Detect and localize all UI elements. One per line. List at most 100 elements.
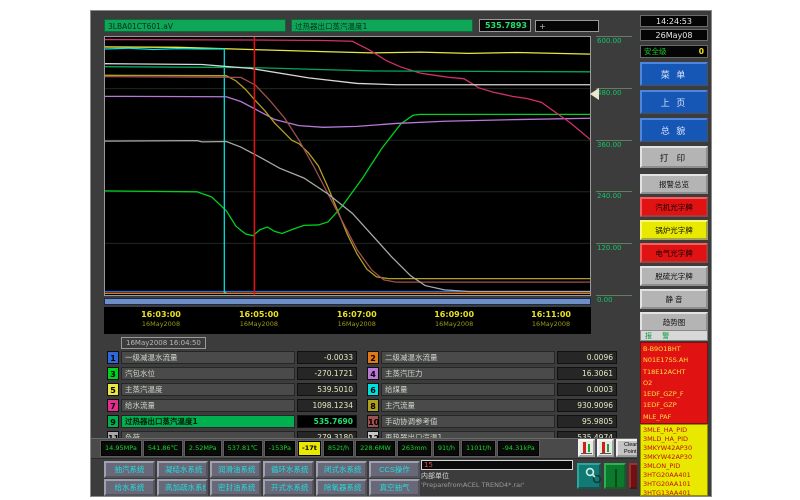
status-value-cell: 91t/h [434,441,459,456]
tick-time: 16:07:00 [321,309,393,320]
trend-chart[interactable] [104,36,591,296]
alarm-tag-item[interactable]: 1EDF_GZP [643,400,705,411]
overview-button[interactable]: 总 貌 [640,118,708,142]
nav-button-r1-2[interactable]: 凝结水系统 [157,461,208,478]
legend-row-pen-7[interactable]: 7给水流量1098.1234 [107,399,357,412]
valve-indicator-button-2[interactable] [597,439,614,457]
process-status-bar: 14.95MPa541.86℃2.52MPa537.81℃-153Pa-17t8… [91,438,637,459]
nav-row-1: 抽汽系统凝结水系统润滑油系统循环水系统闭式水系统CCS操作 [104,461,420,478]
alarm-tag-item[interactable]: 3HTG20AA101 [643,480,705,489]
alarm-tag-item[interactable]: 3MLE_HA_PID [643,426,705,435]
nav-button-r2-3[interactable]: 密封油系统 [210,479,261,496]
alarm-tag-item[interactable]: N01E17SS.AH [643,355,705,366]
dcs-trend-window: 3LBA01CT601.aV 过热器出口蒸汽温度1 535.7893 + 600… [90,10,712,497]
status-value-cell: 14.95MPa [101,441,141,456]
pen-description-field[interactable]: 过热器出口蒸汽温度1 [291,19,473,32]
nav-button-r2-5[interactable]: 除氧器系统 [316,479,367,496]
alarm-tag-item[interactable]: 3HTG20AA401 [643,471,705,480]
menu-button[interactable]: 菜 单 [640,62,708,86]
prev-page-button[interactable]: 上 页 [640,90,708,114]
alarm-tag-item[interactable]: 3MKYW42AP30 [643,453,705,462]
pen-tag-field[interactable]: 3LBA01CT601.aV [104,19,286,32]
pen-name: 主蒸汽压力 [381,367,555,380]
alarm-tag-item[interactable]: 3HTG13AA401 [643,489,705,496]
safety-level-count: 0 [699,46,704,57]
x-axis: 16:03:0016May200816:05:0016May200816:07:… [104,307,591,334]
nav-button-r2-1[interactable]: 给水系统 [104,479,155,496]
legend-row-pen-2[interactable]: 2二级减温水流量0.0096 [367,351,617,364]
screen-tool-button[interactable] [604,463,626,489]
link-tool-button[interactable] [577,463,601,489]
pen-color-box: 2 [367,351,379,364]
alarm-tag-item[interactable]: 1EDF_GZP_F [643,389,705,400]
pen-spin-box[interactable]: + [535,20,599,32]
y-axis-tick-label: 240.00 [596,191,632,200]
alarm-tag-item[interactable]: 3MLON_PID [643,462,705,471]
trend-curves [105,37,590,295]
pen-name: 给煤量 [381,383,555,396]
alarm-tag-item[interactable]: 3MKYW42AP30 [643,444,705,453]
legend-row-pen-5[interactable]: 5主蒸汽温度539.5010 [107,383,357,396]
nav-button-r2-2[interactable]: 高加疏水系统 [157,479,208,496]
legend-row-pen-4[interactable]: 4主蒸汽压力16.3061 [367,367,617,380]
pen-name: 二级减温水流量 [381,351,555,364]
scale-pointer-icon[interactable] [590,88,599,100]
y-axis-tick-label: 480.00 [596,88,632,97]
point-count-input[interactable]: 15 [421,460,573,470]
alarm-tag-item[interactable]: T18E12ACHT [643,367,705,378]
pen-color-box: 4 [367,367,379,380]
print-button[interactable]: 打 印 [640,146,708,168]
pen-value: 16.3061 [557,367,617,380]
legend-row-pen-9[interactable]: 9过热器出口蒸汽温度1535.7690 [107,415,357,428]
mute-button[interactable]: 静 音 [640,289,708,309]
nav-button-r1-4[interactable]: 循环水系统 [263,461,314,478]
safety-level-label: 安全级 [644,46,667,57]
date: 26May08 [640,29,708,41]
nav-button-r1-3[interactable]: 润滑油系统 [210,461,261,478]
legend-row-pen-8[interactable]: 8主汽流量930.9096 [367,399,617,412]
alarm-list-red: B-B9O1BHTN01E17SS.AHT18E12ACHTO21EDF_GZP… [640,342,708,424]
y-axis-tick-label: 0.00 [596,295,632,304]
pen-current-value: 535.7893 [479,19,531,32]
electrical-annunciator-button[interactable]: 电气光字牌 [640,243,708,263]
legend-row-pen-1[interactable]: 1一级减温水流量-0.0033 [107,351,357,364]
pen-color-box: 10 [367,415,379,428]
time-scrollbar[interactable] [104,298,591,305]
trend-file-path: 'PreparefromACEL TREND4*.rar' [421,481,525,489]
boiler-annunciator-button[interactable]: 锅炉光字牌 [640,220,708,240]
tick-time: 16:03:00 [125,309,197,320]
trend-line-10 [105,77,590,283]
safety-level-indicator: 安全级 0 [640,45,708,58]
nav-button-r1-6[interactable]: CCS操作 [369,461,420,478]
sidebar: 14:24:53 26May08 安全级 0 菜 单上 页总 貌打 印报警总览汽… [637,11,711,496]
nav-button-r2-4[interactable]: 开式水系统 [263,479,314,496]
legend-right-column: 2二级减温水流量0.0096 4主蒸汽压力16.3061 6给煤量0.0003 8主汽… [367,351,617,447]
pen-color-box: 1 [107,351,119,364]
y-axis-scale: 600.00480.00360.00240.00120.000.00 [592,36,632,304]
pen-name: 手动协调参考值 [381,415,555,428]
status-value-cell: 1101t/h [462,441,495,456]
nav-button-r2-6[interactable]: 真空抽气 [369,479,420,496]
alarm-summary-button[interactable]: 报警总览 [640,174,708,194]
legend-row-pen-6[interactable]: 6给煤量0.0003 [367,383,617,396]
alarm-tag-item[interactable]: O2 [643,378,705,389]
alarm-list-yellow: 3MLE_HA_PID3MLD_HA_PID3MKYW42AP303MKYW42… [640,424,708,496]
nav-button-r1-1[interactable]: 抽汽系统 [104,461,155,478]
legend-row-pen-3[interactable]: 3汽包水位-270.1721 [107,367,357,380]
status-value-cell: -153Pa [265,441,295,456]
valve-indicator-button-1[interactable] [578,439,595,457]
status-value-cell: 852t/h [324,441,353,456]
alarm-list-label: 报 警 [640,330,708,341]
alarm-tag-item[interactable]: MLE_PAF [643,412,705,423]
legend-row-pen-10[interactable]: 10手动协调参考值95.9805 [367,415,617,428]
alarm-tag-item[interactable]: B-B9O1BHT [643,344,705,355]
turbine-annunciator-button[interactable]: 汽机光字牌 [640,197,708,217]
trend-line-3 [105,114,590,235]
alarm-tag-item[interactable]: 3MLD_HA_PID [643,435,705,444]
fgd-annunciator-button[interactable]: 脱硫光字牌 [640,266,708,286]
trend-chart-button[interactable]: 趋势图 [640,312,708,332]
pen-value: 95.9805 [557,415,617,428]
pen-name: 主汽流量 [381,399,555,412]
status-value-cell: -94.31kPa [498,441,538,456]
nav-button-r1-5[interactable]: 闭式水系统 [316,461,367,478]
